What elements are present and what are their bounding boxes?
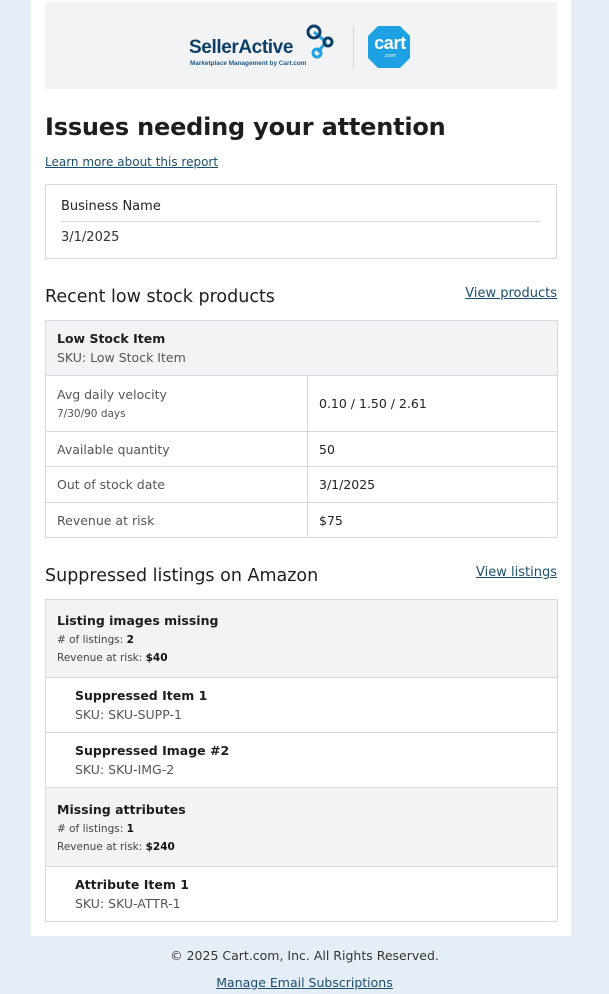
row-label: Revenue at risk <box>45 502 308 538</box>
cart-logo: cart .com <box>366 24 412 70</box>
count-value: 1 <box>126 822 134 835</box>
list-item: Attribute Item 1 SKU: SKU-ATTR-1 <box>45 866 558 922</box>
row-value: 0.10 / 1.50 / 2.61 <box>307 375 558 432</box>
view-products-link[interactable]: View products <box>465 286 557 301</box>
divider <box>61 221 541 222</box>
revenue-value: $240 <box>145 840 175 853</box>
group-count: # of listings: 1 <box>57 823 546 835</box>
item-sku: SKU: SKU-SUPP-1 <box>75 707 182 722</box>
revenue-label: Revenue at risk: <box>57 652 143 664</box>
item-sku: SKU: SKU-IMG-2 <box>75 762 175 777</box>
row-label: Avg daily velocity <box>57 387 167 402</box>
group-revenue: Revenue at risk: $40 <box>57 652 546 664</box>
item-sku: SKU: SKU-ATTR-1 <box>75 896 181 911</box>
group-count: # of listings: 2 <box>57 634 546 646</box>
revenue-label: Revenue at risk: <box>57 840 143 853</box>
logo-banner: SellerActive Marketplace Management by C… <box>45 2 557 89</box>
page-title: Issues needing your attention <box>45 113 446 141</box>
selleractive-wordmark: SellerActive <box>189 37 293 58</box>
list-item: Suppressed Image #2 SKU: SKU-IMG-2 <box>45 732 558 788</box>
row-value: 3/1/2025 <box>307 466 558 503</box>
row-value: $75 <box>307 502 558 538</box>
group-name: Listing images missing <box>57 613 219 628</box>
table-row: Avg daily velocity 7/30/90 days 0.10 / 1… <box>45 375 558 432</box>
low-stock-item-header: Low Stock Item SKU: Low Stock Item <box>45 320 558 376</box>
item-name: Attribute Item 1 <box>75 877 189 892</box>
low-stock-table: Low Stock Item SKU: Low Stock Item Avg d… <box>45 320 558 538</box>
table-row: Out of stock date 3/1/2025 <box>45 466 558 503</box>
low-stock-title: Recent low stock products <box>45 287 275 307</box>
table-row: Revenue at risk $75 <box>45 502 558 538</box>
footer-copyright: © 2025 Cart.com, Inc. All Rights Reserve… <box>170 948 439 963</box>
low-stock-item-sku: SKU: Low Stock Item <box>57 350 186 365</box>
suppressed-table: Listing images missing # of listings: 2 … <box>45 599 558 922</box>
email-card: SellerActive Marketplace Management by C… <box>31 0 571 936</box>
item-name: Suppressed Image #2 <box>75 743 230 758</box>
count-label: # of listings: <box>57 822 124 835</box>
molecule-icon <box>306 24 334 59</box>
group-revenue: Revenue at risk: $240 <box>57 841 546 853</box>
group-name: Missing attributes <box>57 801 186 817</box>
selleractive-tagline: Marketplace Management by Cart.com <box>190 60 307 67</box>
list-item: Suppressed Item 1 SKU: SKU-SUPP-1 <box>45 677 558 733</box>
row-sublabel: 7/30/90 days <box>57 408 126 420</box>
cart-wordmark: cart <box>374 33 406 53</box>
suppressed-group-header: Listing images missing # of listings: 2 … <box>45 599 558 678</box>
count-value: 2 <box>126 634 134 646</box>
business-box: Business Name 3/1/2025 <box>45 184 557 259</box>
revenue-value: $40 <box>145 652 168 664</box>
report-date: 3/1/2025 <box>61 230 120 245</box>
view-listings-link[interactable]: View listings <box>476 565 557 580</box>
logo-divider <box>353 26 354 68</box>
business-name: Business Name <box>61 199 161 214</box>
suppressed-title: Suppressed listings on Amazon <box>45 566 319 586</box>
row-value: 50 <box>307 431 558 467</box>
manage-subscriptions-link[interactable]: Manage Email Subscriptions <box>0 975 609 990</box>
row-label: Out of stock date <box>45 466 308 503</box>
cart-domain: .com <box>384 53 396 59</box>
row-label: Available quantity <box>45 431 308 467</box>
learn-more-link[interactable]: Learn more about this report <box>45 155 218 169</box>
count-label: # of listings: <box>57 634 124 646</box>
item-name: Suppressed Item 1 <box>75 688 208 703</box>
low-stock-item-name: Low Stock Item <box>57 331 166 346</box>
suppressed-group-header: Missing attributes # of listings: 1 Reve… <box>45 787 558 867</box>
selleractive-logo: SellerActive Marketplace Management by C… <box>189 23 339 73</box>
table-row: Available quantity 50 <box>45 431 558 467</box>
manage-subscriptions-label[interactable]: Manage Email Subscriptions <box>216 975 392 990</box>
